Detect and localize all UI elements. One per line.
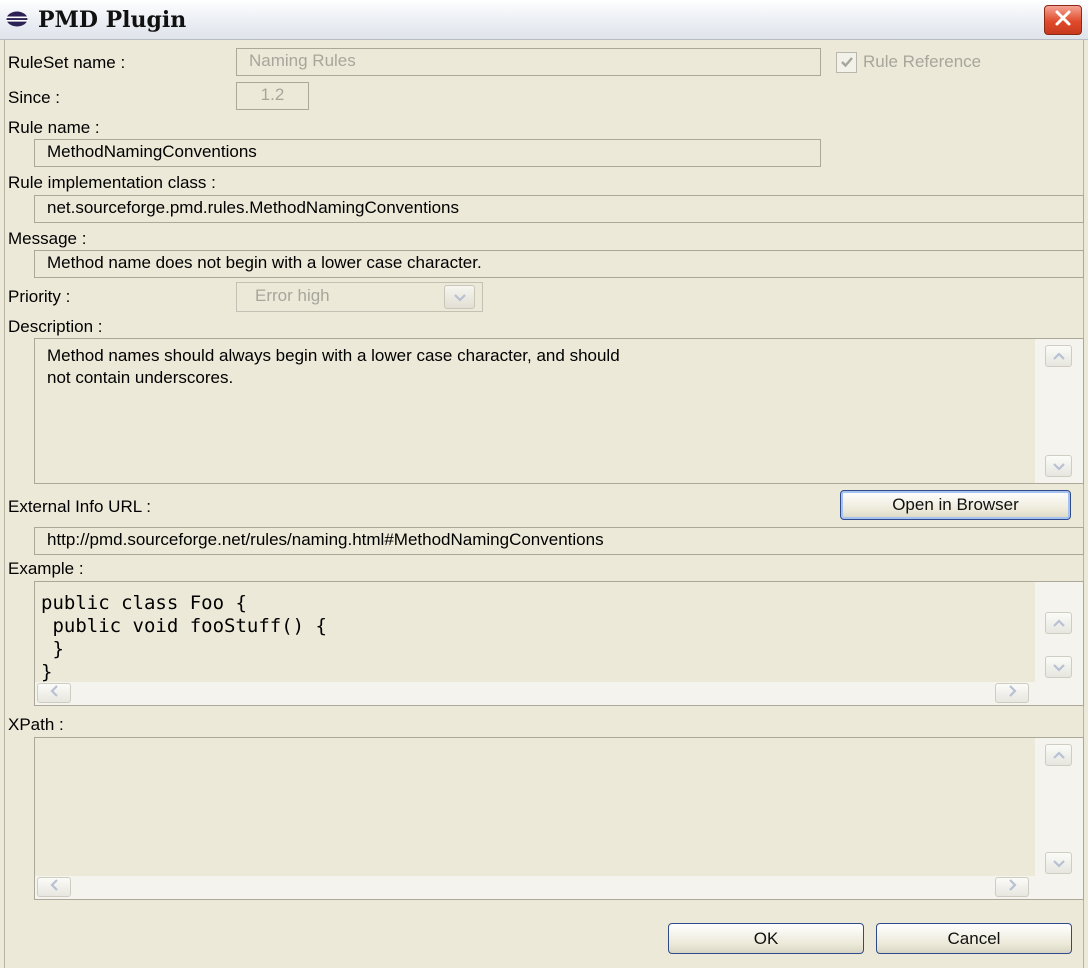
priority-label: Priority :: [8, 287, 71, 306]
scroll-right-button[interactable]: [995, 683, 1029, 703]
priority-value: Error high: [255, 286, 330, 305]
chevron-down-icon: [1052, 657, 1066, 677]
xpath-horizontal-scrollbar[interactable]: [35, 876, 1035, 899]
since-field[interactable]: 1.2: [236, 82, 309, 110]
xpath-label: XPath :: [8, 715, 64, 734]
xpath-textarea[interactable]: [34, 737, 1084, 900]
scroll-right-button[interactable]: [995, 877, 1029, 897]
chevron-up-icon: [1052, 613, 1066, 633]
scroll-up-button[interactable]: [1045, 612, 1072, 634]
window-title: PMD Plugin: [38, 7, 187, 33]
example-label: Example :: [8, 559, 84, 578]
chevron-down-icon: [1052, 456, 1066, 476]
rule-name-label: Rule name :: [8, 118, 100, 137]
description-vertical-scrollbar[interactable]: [1035, 339, 1083, 483]
message-label: Message :: [8, 229, 87, 248]
chevron-down-icon: [1052, 853, 1066, 873]
description-label: Description :: [8, 317, 103, 336]
since-label: Since :: [8, 88, 60, 107]
description-textarea[interactable]: Method names should always begin with a …: [34, 338, 1084, 484]
chevron-down-icon: [453, 287, 467, 307]
chevron-up-icon: [1052, 346, 1066, 366]
scroll-down-button[interactable]: [1045, 656, 1072, 678]
priority-dropdown-button[interactable]: [444, 285, 475, 309]
ok-button[interactable]: OK: [668, 923, 864, 954]
chevron-right-icon: [1008, 683, 1017, 703]
example-vertical-scrollbar[interactable]: [1035, 582, 1083, 705]
cancel-button[interactable]: Cancel: [876, 923, 1072, 954]
scroll-left-button[interactable]: [37, 683, 71, 703]
chevron-left-icon: [49, 683, 59, 703]
scroll-left-button[interactable]: [37, 877, 71, 897]
chevron-right-icon: [1008, 877, 1017, 897]
message-field[interactable]: Method name does not begin with a lower …: [34, 250, 1084, 278]
implementation-class-label: Rule implementation class :: [8, 173, 216, 192]
checkmark-icon: [836, 51, 857, 73]
scroll-up-button[interactable]: [1045, 744, 1072, 766]
external-info-url-label: External Info URL :: [8, 497, 151, 516]
chevron-left-icon: [49, 877, 59, 897]
chevron-up-icon: [1052, 745, 1066, 765]
open-in-browser-button[interactable]: Open in Browser: [840, 490, 1071, 520]
title-bar[interactable]: PMD Plugin: [0, 0, 1088, 40]
rule-name-field[interactable]: MethodNamingConventions: [34, 139, 821, 167]
rule-reference-checkbox[interactable]: Rule Reference: [836, 50, 1076, 74]
description-text: Method names should always begin with a …: [47, 346, 620, 387]
ruleset-name-label: RuleSet name :: [8, 53, 126, 72]
example-textarea[interactable]: public class Foo { public void fooStuff(…: [34, 581, 1084, 706]
close-icon: [1054, 9, 1072, 32]
scroll-down-button[interactable]: [1045, 455, 1072, 477]
scroll-up-button[interactable]: [1045, 345, 1072, 367]
example-horizontal-scrollbar[interactable]: [35, 682, 1035, 705]
external-info-url-field[interactable]: http://pmd.sourceforge.net/rules/naming.…: [34, 527, 1084, 555]
close-button[interactable]: [1044, 5, 1082, 35]
rule-reference-label: Rule Reference: [863, 52, 982, 71]
example-code: public class Foo { public void fooStuff(…: [41, 592, 327, 683]
implementation-class-field[interactable]: net.sourceforge.pmd.rules.MethodNamingCo…: [34, 195, 1084, 223]
ruleset-name-field[interactable]: Naming Rules: [236, 48, 821, 76]
scroll-down-button[interactable]: [1045, 852, 1072, 874]
eclipse-icon: [6, 11, 28, 27]
xpath-vertical-scrollbar[interactable]: [1035, 738, 1083, 899]
